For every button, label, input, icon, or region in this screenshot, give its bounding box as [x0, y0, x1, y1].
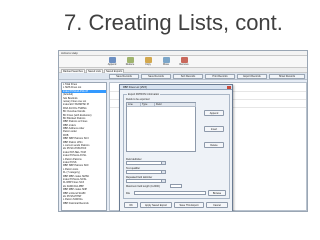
close-icon[interactable]: [227, 86, 231, 89]
append-field-button[interactable]: Append: [204, 110, 224, 116]
col-field[interactable]: Field: [155, 103, 196, 107]
slide-title: 7. Creating Lists, cont.: [64, 10, 283, 35]
fields-label: Fields to be exported: [126, 98, 150, 101]
tab-show-records[interactable]: Show Records: [269, 74, 305, 79]
tab-print-records[interactable]: Print Records: [205, 74, 235, 79]
tab-save-records-1[interactable]: Save Records: [109, 74, 139, 79]
saved-lists-tree[interactable]: L Total Fines L SMS Fines Lst index PCSGIA…: [61, 82, 107, 211]
ok-button[interactable]: OK: [124, 202, 138, 208]
max-length-input[interactable]: [170, 184, 182, 188]
text-qualifier-select[interactable]: [126, 170, 166, 174]
field-delimiter-select[interactable]: [126, 161, 166, 165]
reduce-button[interactable]: Reduce: [123, 57, 137, 67]
append-button[interactable]: Append: [105, 57, 119, 67]
repeated-field-select[interactable]: [126, 179, 166, 183]
tab-save-records-2[interactable]: Save Records: [141, 74, 171, 79]
export-dialog: RBP Fines Lst: [25/3] Export PATRON Info…: [119, 84, 233, 211]
col-type[interactable]: Type: [141, 103, 155, 107]
app-window: Actions Help Append Reduce Copy Move Rem…: [58, 50, 308, 212]
cancel-button[interactable]: Cancel: [206, 202, 228, 208]
tree-item[interactable]: RBP historical Records: [62, 202, 106, 205]
tab-export-records[interactable]: Export Records: [237, 74, 267, 79]
delete-field-button[interactable]: Delete: [204, 142, 224, 148]
move-button[interactable]: Move: [159, 57, 173, 67]
toolbar: Append Reduce Copy Move Remove: [59, 56, 307, 68]
menu-text[interactable]: Actions Help: [61, 52, 78, 55]
copy-button[interactable]: Copy: [141, 57, 155, 67]
save-this-export-button[interactable]: Save This Export: [174, 202, 204, 208]
frame-caption: Export PATRON Information: [127, 93, 161, 96]
browse-button[interactable]: Browse: [208, 190, 226, 196]
apply-saved-export-button[interactable]: Apply Saved Export: [140, 202, 172, 208]
file-path-input[interactable]: [134, 191, 206, 195]
action-tabs: Save Records Save Records Sort Records P…: [59, 73, 307, 80]
insert-field-button[interactable]: Insert: [204, 126, 224, 132]
tab-sort-records[interactable]: Sort Records: [173, 74, 203, 79]
fields-table[interactable]: Line Type Field: [126, 102, 196, 152]
dialog-title: RBP Fines Lst: [25/3]: [120, 85, 232, 90]
max-length-label: Maximum field length (0-2000): [126, 185, 160, 188]
remove-button[interactable]: Remove: [177, 57, 191, 67]
file-label: File: [126, 192, 131, 195]
col-line[interactable]: Line: [127, 103, 141, 107]
